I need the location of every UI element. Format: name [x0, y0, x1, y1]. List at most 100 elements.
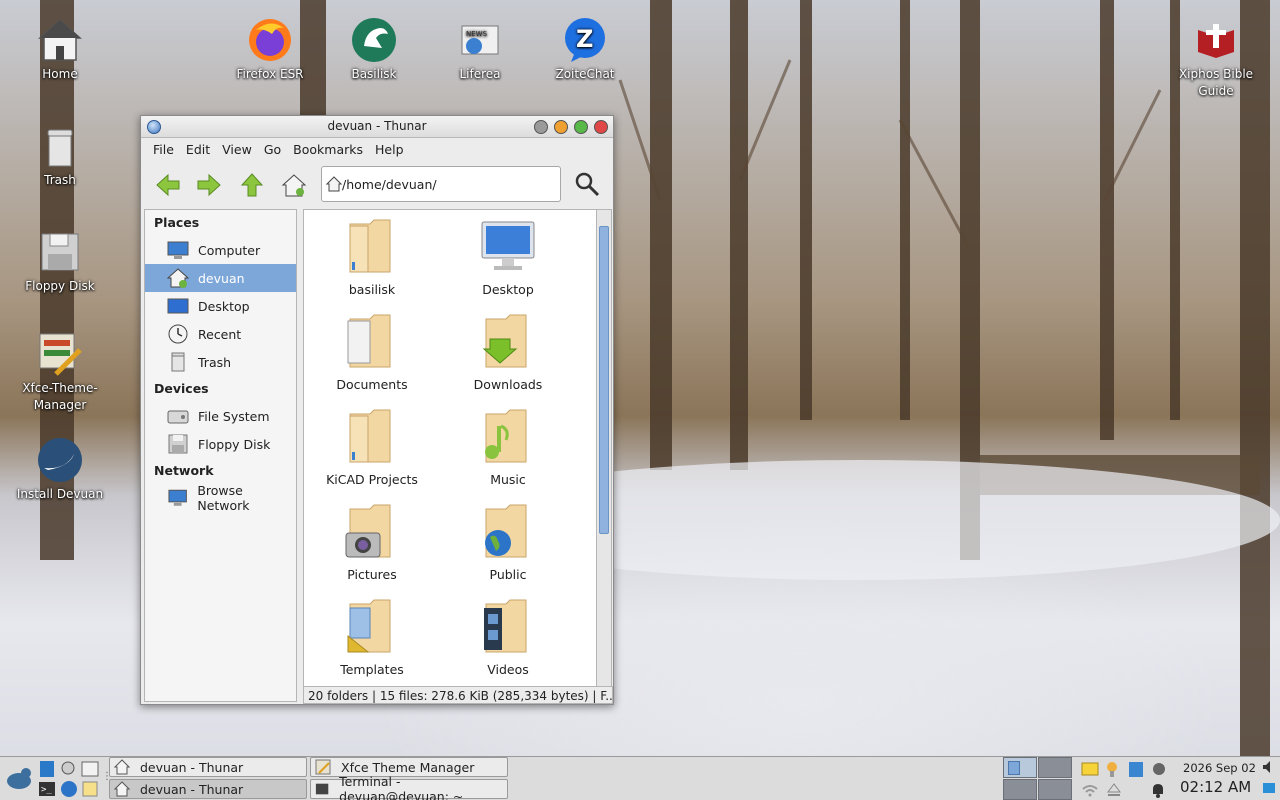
file-view: basilisk Desktop Documents Downloads KiC… [303, 209, 597, 688]
scrollbar-thumb[interactable] [599, 226, 609, 534]
folder-item[interactable]: Videos [440, 596, 576, 677]
home-icon[interactable] [281, 172, 307, 198]
desktop-icon-zoitechat[interactable]: Z ZoiteChat [537, 16, 633, 83]
close-button[interactable] [594, 120, 608, 134]
file-label: Music [490, 472, 526, 487]
desktop-icon-basilisk[interactable]: Basilisk [326, 16, 422, 83]
sidebar-item-browse-network[interactable]: Browse Network [145, 483, 296, 513]
desktop-icon-liferea[interactable]: NEWS Liferea [432, 16, 528, 83]
up-arrow-icon[interactable] [239, 172, 265, 198]
folder-icon [349, 409, 391, 463]
folder-item[interactable]: Desktop [440, 216, 576, 297]
desktop-icon-label: Floppy Disk [25, 279, 95, 293]
show-desktop-icon[interactable] [1262, 781, 1276, 795]
desktop-icon-label: Xfce-Theme-Manager [22, 381, 98, 412]
task-button[interactable]: Terminal - devuan@devuan: ~ [310, 774, 508, 800]
sidebar-item-devuan[interactable]: devuan [145, 264, 296, 292]
sidebar-item-label: devuan [198, 270, 245, 286]
volume-icon[interactable] [1262, 760, 1276, 774]
text-editor-launcher-icon[interactable] [81, 780, 99, 798]
terminal-launcher-icon[interactable]: >_ [38, 780, 56, 798]
thunar-window: devuan - Thunar File Edit View Go Bookma… [140, 115, 614, 705]
plugin-icon[interactable] [1150, 760, 1168, 778]
eject-icon[interactable] [1105, 781, 1123, 799]
sidebar-item-desktop[interactable]: Desktop [145, 292, 296, 320]
notification-bell-icon[interactable] [1149, 781, 1167, 799]
desktop-icon-trash[interactable]: Trash [12, 122, 108, 189]
home-icon [167, 268, 189, 288]
trash-icon [47, 129, 73, 167]
sidebar-item-computer[interactable]: Computer [145, 236, 296, 264]
desktop-icon-install-devuan[interactable]: Install Devuan [12, 436, 108, 503]
sidebar-item-filesystem[interactable]: File System [145, 402, 296, 430]
desktop-icon-firefox[interactable]: Firefox ESR [222, 16, 318, 83]
folder-item[interactable]: Public [440, 501, 576, 582]
folder-item[interactable]: Templates [304, 596, 440, 677]
status-bar: 20 folders | 15 files: 278.6 KiB (285,33… [303, 686, 613, 704]
forward-arrow-icon[interactable] [196, 172, 222, 198]
devuan-installer-icon [38, 438, 82, 482]
desktop-icon-home[interactable]: Home [12, 16, 108, 83]
sidebar-item-recent[interactable]: Recent [145, 320, 296, 348]
search-icon[interactable] [573, 170, 601, 198]
file-label: Templates [340, 662, 404, 677]
workspace-1[interactable] [1003, 757, 1037, 778]
sidebar-item-floppy[interactable]: Floppy Disk [145, 430, 296, 458]
wifi-icon[interactable] [1081, 781, 1099, 799]
folder-item[interactable]: Pictures [304, 501, 440, 582]
file-manager-launcher-icon[interactable] [38, 760, 56, 778]
sidebar-item-label: Trash [198, 354, 232, 370]
folder-item[interactable]: Downloads [440, 311, 576, 392]
sidebar-item-trash[interactable]: Trash [145, 348, 296, 376]
calendar-launcher-icon[interactable] [81, 760, 99, 778]
maximize-button[interactable] [574, 120, 588, 134]
notes-icon[interactable] [1081, 760, 1099, 778]
sidebar-item-label: Recent [198, 326, 242, 342]
floppy-icon [168, 434, 188, 454]
theme-manager-icon [39, 333, 82, 376]
zoitechat-icon: Z [565, 18, 605, 62]
folder-item[interactable]: KiCAD Projects [304, 406, 440, 487]
desktop-icon-xiphos[interactable]: Xiphos Bible Guide [1168, 16, 1264, 100]
downloads-folder-icon [482, 314, 527, 368]
folder-item[interactable]: Documents [304, 311, 440, 392]
folder-item[interactable]: Music [440, 406, 576, 487]
workspace-2[interactable] [1038, 757, 1072, 778]
file-label: Pictures [347, 567, 397, 582]
back-arrow-icon[interactable] [155, 172, 181, 198]
menu-file[interactable]: File [147, 142, 180, 157]
xfce-menu-icon[interactable] [4, 763, 34, 793]
menu-go[interactable]: Go [258, 142, 287, 157]
location-bar[interactable]: /home/devuan/ [321, 166, 561, 202]
clock-time[interactable]: 02:12 AM [1180, 778, 1251, 796]
network-heading: Network [154, 463, 214, 478]
workspace-4[interactable] [1038, 779, 1072, 800]
clock-date[interactable]: 2026 Sep 02 [1183, 761, 1256, 775]
file-label: Downloads [473, 377, 543, 392]
menu-edit[interactable]: Edit [180, 142, 216, 157]
shade-button[interactable] [534, 120, 548, 134]
desktop-icon-floppy[interactable]: Floppy Disk [12, 228, 108, 295]
task-button[interactable]: devuan - Thunar [109, 757, 307, 777]
sidebar: Places Computer devuan Desktop Recent Tr… [144, 209, 297, 702]
window-titlebar[interactable]: devuan - Thunar [141, 116, 613, 138]
minimize-button[interactable] [554, 120, 568, 134]
file-label: basilisk [348, 282, 396, 297]
clipboard-icon[interactable] [1127, 760, 1145, 778]
web-browser-launcher-icon[interactable] [60, 780, 78, 798]
task-button-active[interactable]: devuan - Thunar [109, 779, 307, 799]
folder-item[interactable]: basilisk [304, 216, 440, 297]
menu-view[interactable]: View [216, 142, 258, 157]
weather-icon[interactable] [1103, 760, 1121, 778]
search-launcher-icon[interactable] [60, 760, 78, 778]
terminal-icon [315, 783, 329, 795]
floppy-icon [41, 233, 79, 271]
menu-bookmarks[interactable]: Bookmarks [287, 142, 369, 157]
vertical-scrollbar[interactable] [596, 209, 612, 688]
desktop-icon-theme-manager[interactable]: Xfce-Theme-Manager [12, 330, 108, 414]
menu-help[interactable]: Help [369, 142, 410, 157]
location-path: /home/devuan/ [342, 176, 437, 192]
workspace-3[interactable] [1003, 779, 1037, 800]
desktop-icon [167, 298, 189, 314]
file-label: Desktop [482, 282, 534, 297]
